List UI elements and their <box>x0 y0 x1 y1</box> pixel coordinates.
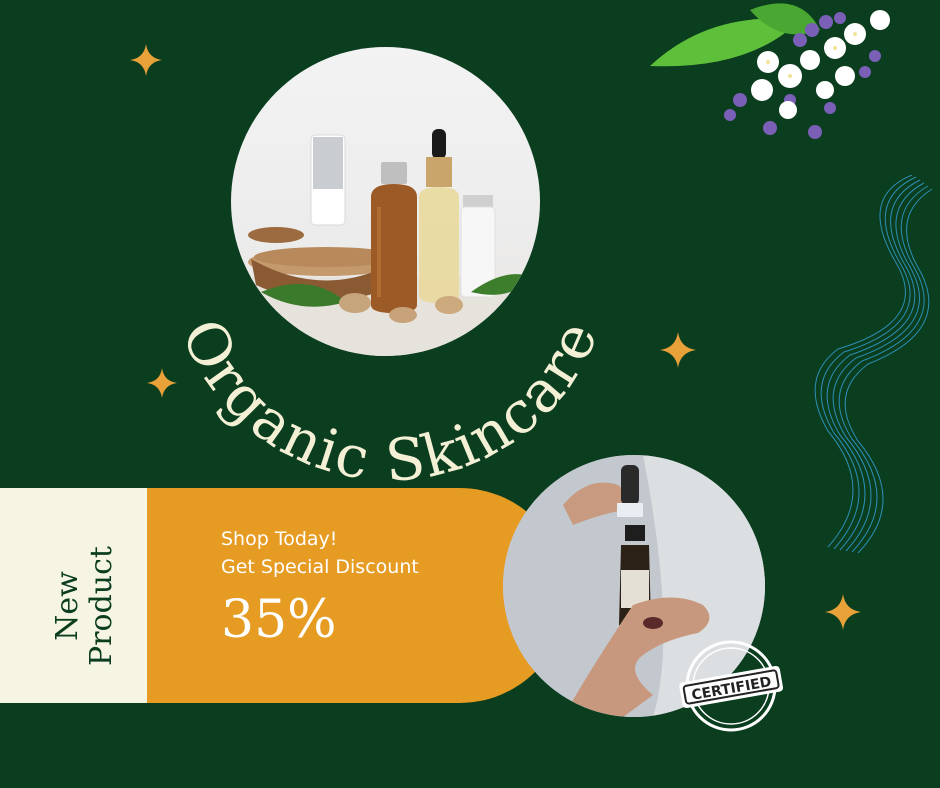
discount-value: 35% <box>221 590 337 650</box>
badge-line-product: Product <box>84 546 119 666</box>
flower-bouquet-icon <box>650 0 910 165</box>
badge-line-new: New <box>50 571 85 641</box>
sparkle-icon <box>825 594 861 634</box>
certified-stamp: CERTIFIED <box>676 638 786 739</box>
sparkle-icon <box>660 332 696 372</box>
wave-lines-icon <box>810 174 940 560</box>
sparkle-icon <box>130 44 162 80</box>
promo-shop-today: Shop Today! <box>221 528 338 550</box>
sparkle-icon <box>147 368 177 402</box>
page-title: Organic Skincare <box>168 309 612 495</box>
promo-special-discount: Get Special Discount <box>221 556 419 578</box>
new-product-badge: New Product <box>50 496 119 716</box>
promo-canvas: Organic Skincare New Product Shop Today!… <box>0 0 940 788</box>
